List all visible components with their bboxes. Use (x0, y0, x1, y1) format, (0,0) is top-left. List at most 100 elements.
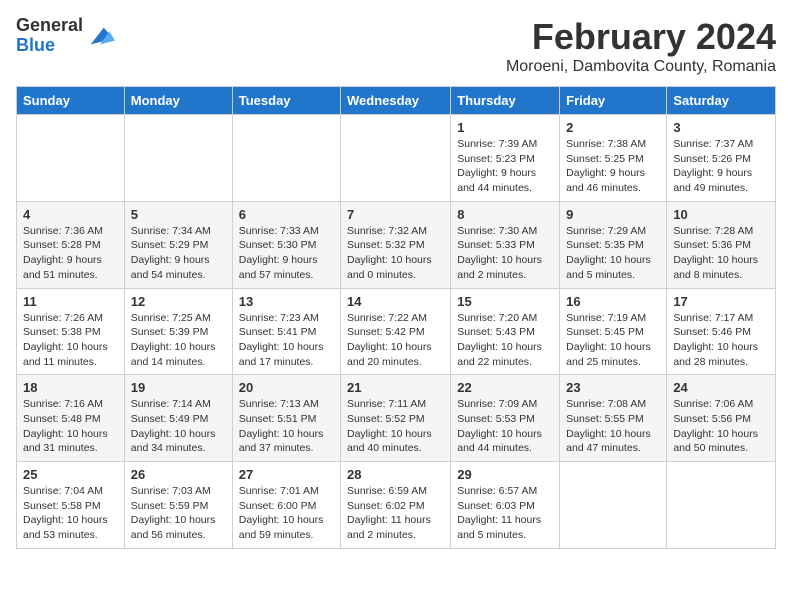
calendar-cell: 5 Sunrise: 7:34 AM Sunset: 5:29 PM Daylig… (124, 201, 232, 288)
logo-blue: Blue (16, 36, 83, 56)
calendar-cell: 19 Sunrise: 7:14 AM Sunset: 5:49 PM Dayli… (124, 375, 232, 462)
day-number: 17 (673, 294, 769, 309)
calendar-cell (341, 115, 451, 202)
day-info: Sunrise: 7:39 AM Sunset: 5:23 PM Dayligh… (457, 137, 553, 196)
calendar-header-row: SundayMondayTuesdayWednesdayThursdayFrid… (17, 87, 776, 115)
calendar-cell: 23 Sunrise: 7:08 AM Sunset: 5:55 PM Dayli… (560, 375, 667, 462)
calendar-week-2: 11Sunrise: 7:26 AM Sunset: 5:38 PM Dayli… (17, 288, 776, 375)
calendar-cell: 13 Sunrise: 7:23 AM Sunset: 5:41 PM Dayli… (232, 288, 340, 375)
day-number: 24 (673, 380, 769, 395)
day-number: 16 (566, 294, 660, 309)
calendar-cell: 1 Sunrise: 7:39 AM Sunset: 5:23 PM Daylig… (451, 115, 560, 202)
sub-title: Moroeni, Dambovita County, Romania (506, 58, 776, 76)
day-number: 11 (23, 294, 118, 309)
calendar-week-3: 18Sunrise: 7:16 AM Sunset: 5:48 PM Dayli… (17, 375, 776, 462)
day-info: Sunrise: 7:34 AM Sunset: 5:29 PM Dayligh… (131, 224, 226, 283)
day-number: 23 (566, 380, 660, 395)
day-number: 26 (131, 467, 226, 482)
day-info: Sunrise: 7:22 AM Sunset: 5:42 PM Dayligh… (347, 311, 444, 370)
day-info: Sunrise: 7:14 AM Sunset: 5:49 PM Dayligh… (131, 397, 226, 456)
day-info: Sunrise: 7:36 AM Sunset: 5:28 PM Dayligh… (23, 224, 118, 283)
calendar-cell: 29 Sunrise: 6:57 AM Sunset: 6:03 PM Dayli… (451, 462, 560, 549)
day-info: Sunrise: 7:09 AM Sunset: 5:53 PM Dayligh… (457, 397, 553, 456)
header-tuesday: Tuesday (232, 87, 340, 115)
calendar-cell: 9 Sunrise: 7:29 AM Sunset: 5:35 PM Daylig… (560, 201, 667, 288)
calendar-cell: 10 Sunrise: 7:28 AM Sunset: 5:36 PM Dayli… (667, 201, 776, 288)
day-number: 7 (347, 207, 444, 222)
header-friday: Friday (560, 87, 667, 115)
calendar-cell: 27 Sunrise: 7:01 AM Sunset: 6:00 PM Dayli… (232, 462, 340, 549)
day-number: 2 (566, 120, 660, 135)
calendar-cell: 2 Sunrise: 7:38 AM Sunset: 5:25 PM Daylig… (560, 115, 667, 202)
day-info: Sunrise: 6:59 AM Sunset: 6:02 PM Dayligh… (347, 484, 444, 543)
day-info: Sunrise: 7:29 AM Sunset: 5:35 PM Dayligh… (566, 224, 660, 283)
day-number: 1 (457, 120, 553, 135)
calendar-cell: 24Sunrise: 7:06 AM Sunset: 5:56 PM Dayli… (667, 375, 776, 462)
day-number: 21 (347, 380, 444, 395)
calendar-cell: 14 Sunrise: 7:22 AM Sunset: 5:42 PM Dayli… (341, 288, 451, 375)
header-saturday: Saturday (667, 87, 776, 115)
calendar-cell (17, 115, 125, 202)
calendar-cell: 28 Sunrise: 6:59 AM Sunset: 6:02 PM Dayli… (341, 462, 451, 549)
day-info: Sunrise: 7:23 AM Sunset: 5:41 PM Dayligh… (239, 311, 334, 370)
calendar-cell: 18Sunrise: 7:16 AM Sunset: 5:48 PM Dayli… (17, 375, 125, 462)
day-number: 22 (457, 380, 553, 395)
day-info: Sunrise: 7:01 AM Sunset: 6:00 PM Dayligh… (239, 484, 334, 543)
calendar-cell: 4 Sunrise: 7:36 AM Sunset: 5:28 PM Daylig… (17, 201, 125, 288)
day-number: 20 (239, 380, 334, 395)
day-number: 3 (673, 120, 769, 135)
day-number: 4 (23, 207, 118, 222)
header-sunday: Sunday (17, 87, 125, 115)
day-info: Sunrise: 7:08 AM Sunset: 5:55 PM Dayligh… (566, 397, 660, 456)
day-info: Sunrise: 7:03 AM Sunset: 5:59 PM Dayligh… (131, 484, 226, 543)
calendar-cell: 26 Sunrise: 7:03 AM Sunset: 5:59 PM Dayli… (124, 462, 232, 549)
day-number: 14 (347, 294, 444, 309)
day-number: 10 (673, 207, 769, 222)
day-number: 9 (566, 207, 660, 222)
day-number: 13 (239, 294, 334, 309)
logo-icon (87, 22, 115, 50)
day-number: 18 (23, 380, 118, 395)
calendar-cell: 12Sunrise: 7:25 AM Sunset: 5:39 PM Dayli… (124, 288, 232, 375)
day-info: Sunrise: 6:57 AM Sunset: 6:03 PM Dayligh… (457, 484, 553, 543)
calendar-cell: 11Sunrise: 7:26 AM Sunset: 5:38 PM Dayli… (17, 288, 125, 375)
day-info: Sunrise: 7:20 AM Sunset: 5:43 PM Dayligh… (457, 311, 553, 370)
calendar-cell (124, 115, 232, 202)
day-info: Sunrise: 7:30 AM Sunset: 5:33 PM Dayligh… (457, 224, 553, 283)
day-number: 27 (239, 467, 334, 482)
calendar-cell (232, 115, 340, 202)
header-thursday: Thursday (451, 87, 560, 115)
day-info: Sunrise: 7:11 AM Sunset: 5:52 PM Dayligh… (347, 397, 444, 456)
day-number: 19 (131, 380, 226, 395)
day-info: Sunrise: 7:37 AM Sunset: 5:26 PM Dayligh… (673, 137, 769, 196)
calendar-cell (667, 462, 776, 549)
calendar-cell: 8 Sunrise: 7:30 AM Sunset: 5:33 PM Daylig… (451, 201, 560, 288)
day-number: 29 (457, 467, 553, 482)
day-info: Sunrise: 7:33 AM Sunset: 5:30 PM Dayligh… (239, 224, 334, 283)
calendar-cell: 3 Sunrise: 7:37 AM Sunset: 5:26 PM Daylig… (667, 115, 776, 202)
header-monday: Monday (124, 87, 232, 115)
day-info: Sunrise: 7:25 AM Sunset: 5:39 PM Dayligh… (131, 311, 226, 370)
logo: General Blue (16, 16, 115, 56)
calendar-cell: 16Sunrise: 7:19 AM Sunset: 5:45 PM Dayli… (560, 288, 667, 375)
day-info: Sunrise: 7:28 AM Sunset: 5:36 PM Dayligh… (673, 224, 769, 283)
calendar-week-0: 1 Sunrise: 7:39 AM Sunset: 5:23 PM Daylig… (17, 115, 776, 202)
title-block: February 2024 Moroeni, Dambovita County,… (506, 16, 776, 76)
day-info: Sunrise: 7:13 AM Sunset: 5:51 PM Dayligh… (239, 397, 334, 456)
day-number: 28 (347, 467, 444, 482)
header-wednesday: Wednesday (341, 87, 451, 115)
day-info: Sunrise: 7:38 AM Sunset: 5:25 PM Dayligh… (566, 137, 660, 196)
day-number: 25 (23, 467, 118, 482)
calendar-table: SundayMondayTuesdayWednesdayThursdayFrid… (16, 86, 776, 549)
calendar-cell: 17 Sunrise: 7:17 AM Sunset: 5:46 PM Dayli… (667, 288, 776, 375)
day-number: 5 (131, 207, 226, 222)
day-number: 15 (457, 294, 553, 309)
calendar-cell: 7Sunrise: 7:32 AM Sunset: 5:32 PM Daylig… (341, 201, 451, 288)
logo-general: General (16, 16, 83, 36)
day-number: 8 (457, 207, 553, 222)
day-info: Sunrise: 7:04 AM Sunset: 5:58 PM Dayligh… (23, 484, 118, 543)
calendar-cell: 22 Sunrise: 7:09 AM Sunset: 5:53 PM Dayli… (451, 375, 560, 462)
calendar-cell: 25 Sunrise: 7:04 AM Sunset: 5:58 PM Dayli… (17, 462, 125, 549)
day-info: Sunrise: 7:17 AM Sunset: 5:46 PM Dayligh… (673, 311, 769, 370)
day-number: 6 (239, 207, 334, 222)
